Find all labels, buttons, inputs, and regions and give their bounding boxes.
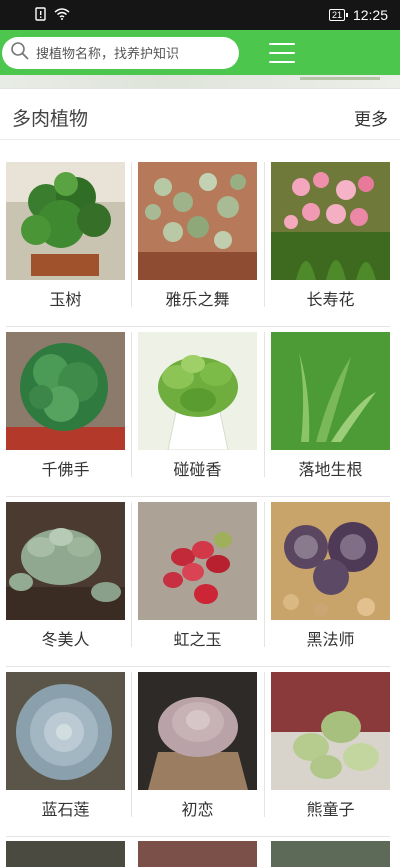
plant-card[interactable]: 熊童子 xyxy=(271,672,390,827)
cotyledon-image xyxy=(271,672,390,790)
plant-card[interactable]: 雅乐之舞 xyxy=(138,162,257,317)
column-divider xyxy=(264,672,265,817)
plant-card-partial[interactable] xyxy=(138,841,257,867)
column-divider xyxy=(131,672,132,817)
echeveria-first-love-image xyxy=(138,672,257,790)
plant-name: 长寿花 xyxy=(306,290,355,309)
plant-name: 碰碰香 xyxy=(173,460,222,479)
plant-name: 雅乐之舞 xyxy=(165,290,230,309)
status-bar: 21 12:25 xyxy=(0,0,400,30)
banner-image[interactable] xyxy=(0,75,400,89)
plant-card-partial[interactable] xyxy=(271,841,390,867)
bryophyllum-image xyxy=(271,332,390,450)
plant-name: 玉树 xyxy=(49,290,82,309)
more-link[interactable]: 更多 xyxy=(354,105,388,130)
plant-card-partial[interactable] xyxy=(6,841,125,867)
column-divider xyxy=(131,162,132,307)
plant-row: 蓝石莲 初恋 熊童子 xyxy=(6,667,390,837)
battery-indicator: 21 xyxy=(328,9,348,21)
top-bar: 搜植物名称，找养护知识 xyxy=(0,30,400,75)
plant-name: 千佛手 xyxy=(41,460,90,479)
plant-row-partial xyxy=(6,841,396,867)
echeveria-blue-image xyxy=(6,672,125,790)
plant-name: 蓝石莲 xyxy=(41,800,90,819)
portulacaria-image xyxy=(138,162,257,280)
plant-card[interactable]: 落地生根 xyxy=(271,332,390,487)
plant-card[interactable]: 碰碰香 xyxy=(138,332,257,487)
plant-card[interactable]: 冬美人 xyxy=(6,502,125,657)
plant-row: 冬美人 虹之玉 黑法师 xyxy=(6,497,390,667)
column-divider xyxy=(264,502,265,647)
search-icon xyxy=(10,41,30,65)
search-input[interactable]: 搜植物名称，找养护知识 xyxy=(2,36,239,69)
column-divider xyxy=(264,332,265,477)
sedum-rubrotinctum-image xyxy=(138,502,257,620)
aeonium-black-image xyxy=(271,502,390,620)
menu-icon[interactable] xyxy=(269,42,295,63)
kalanchoe-image xyxy=(271,162,390,280)
plant-card[interactable]: 黑法师 xyxy=(271,502,390,657)
plant-card[interactable]: 蓝石莲 xyxy=(6,672,125,827)
plant-card[interactable]: 虹之玉 xyxy=(138,502,257,657)
plant-card[interactable]: 长寿花 xyxy=(271,162,390,317)
column-divider xyxy=(131,332,132,477)
plant-name: 冬美人 xyxy=(41,630,90,649)
plant-name: 虹之玉 xyxy=(173,630,222,649)
plant-card[interactable]: 千佛手 xyxy=(6,332,125,487)
jade-plant-image xyxy=(6,162,125,280)
wifi-icon xyxy=(54,7,70,23)
sedum-pachyphyllum-image xyxy=(6,332,125,450)
status-time: 12:25 xyxy=(352,7,388,23)
search-placeholder: 搜植物名称，找养护知识 xyxy=(36,47,180,62)
alert-icon xyxy=(34,6,48,24)
graptopetalum-image xyxy=(6,502,125,620)
plant-row: 玉树 雅乐之舞 长寿花 xyxy=(6,157,390,327)
plant-name: 熊童子 xyxy=(306,800,355,819)
plant-name: 落地生根 xyxy=(298,460,363,479)
section-header: 多肉植物 更多 xyxy=(0,95,400,140)
plectranthus-image xyxy=(138,332,257,450)
section-title: 多肉植物 xyxy=(12,107,89,130)
column-divider xyxy=(264,162,265,307)
plant-card[interactable]: 玉树 xyxy=(6,162,125,317)
plant-name: 初恋 xyxy=(181,800,214,819)
plant-card[interactable]: 初恋 xyxy=(138,672,257,827)
column-divider xyxy=(131,502,132,647)
plant-row: 千佛手 碰碰香 落地生根 xyxy=(6,327,390,497)
plant-grid: 玉树 雅乐之舞 长寿花 千佛手 碰碰香 落地生根 冬美人 虹之玉 黑法师 蓝石莲… xyxy=(0,157,400,837)
plant-name: 黑法师 xyxy=(306,630,355,649)
